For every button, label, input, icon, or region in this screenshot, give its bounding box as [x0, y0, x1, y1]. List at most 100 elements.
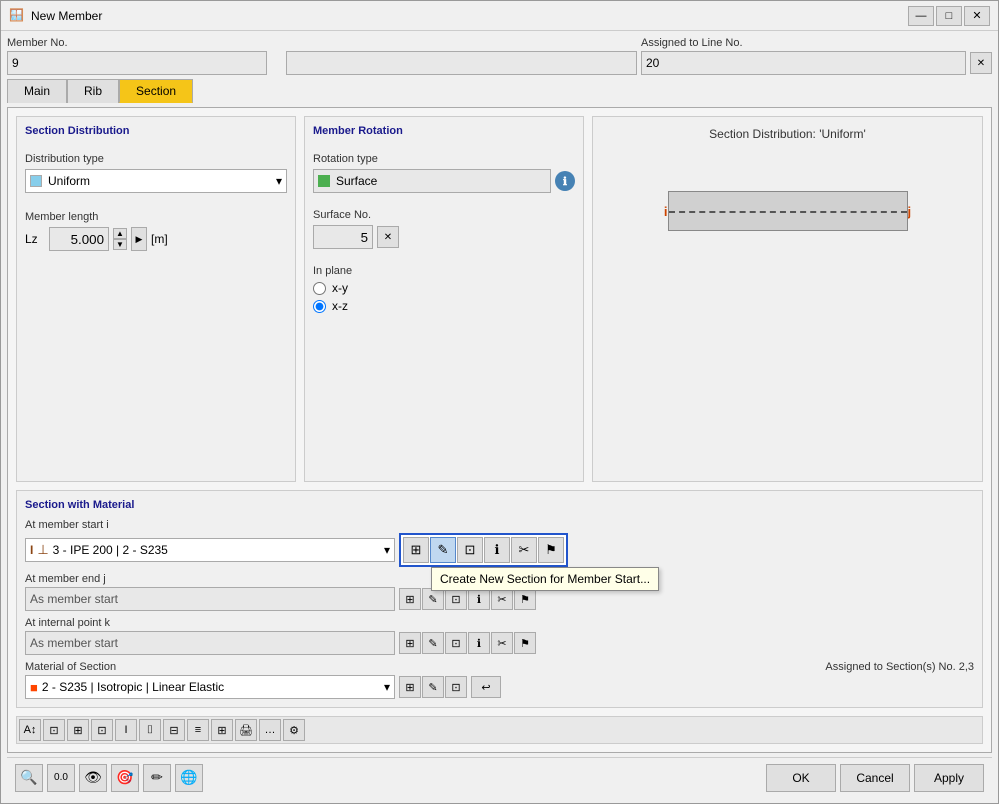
- surface-no-clear-button[interactable]: ✕: [377, 226, 399, 248]
- bottom-zero-btn[interactable]: 0.0: [47, 764, 75, 792]
- middle-input[interactable]: [286, 51, 637, 75]
- bottom-target-btn[interactable]: 🎯: [111, 764, 139, 792]
- rotation-info-button[interactable]: ℹ: [555, 171, 575, 191]
- toolbar-edit-btn[interactable]: ✎: [430, 537, 456, 563]
- extra-btn-9[interactable]: ⊞: [211, 719, 233, 741]
- material-edit-btn[interactable]: ✎: [422, 676, 444, 698]
- bottom-edit-btn[interactable]: ✏: [143, 764, 171, 792]
- at-start-label: At member start i: [25, 519, 974, 531]
- toolbar-info-btn[interactable]: ℹ: [484, 537, 510, 563]
- material-select-display[interactable]: ■ 2 - S235 | Isotropic | Linear Elastic …: [25, 675, 395, 699]
- bottom-globe-btn[interactable]: 🌐: [175, 764, 203, 792]
- member-length-label: Member length: [25, 211, 287, 223]
- internal-copy-btn[interactable]: ⊡: [445, 632, 467, 654]
- spin-down-button[interactable]: ▼: [113, 239, 127, 250]
- surface-no-input[interactable]: [313, 225, 373, 249]
- toolbar-table-btn[interactable]: ⊞: [403, 537, 429, 563]
- section-distribution-panel: Section Distribution Distribution type U…: [16, 116, 296, 482]
- extra-btn-4[interactable]: ⊡: [91, 719, 113, 741]
- extra-btn-1[interactable]: A↕: [19, 719, 41, 741]
- end-flag-btn[interactable]: ⚑: [514, 588, 536, 610]
- distribution-color-box: [30, 175, 42, 187]
- lz-label: Lz: [25, 232, 45, 246]
- end-edit-btn[interactable]: ✎: [422, 588, 444, 610]
- tooltip-create-section: Create New Section for Member Start...: [431, 567, 659, 591]
- at-start-row: At member start i I ⊥ 3 - IPE 200 | 2 - …: [25, 519, 974, 567]
- tab-main[interactable]: Main: [7, 79, 67, 103]
- end-info-btn[interactable]: ℹ: [468, 588, 490, 610]
- material-copy-btn[interactable]: ⊡: [445, 676, 467, 698]
- rotation-type-group: Rotation type Surface ℹ: [313, 153, 575, 193]
- internal-table-btn[interactable]: ⊞: [399, 632, 421, 654]
- member-no-input[interactable]: [7, 51, 267, 75]
- at-start-select-display[interactable]: I ⊥ 3 - IPE 200 | 2 - S235 ▾: [25, 538, 395, 562]
- material-table-btn[interactable]: ⊞: [399, 676, 421, 698]
- assigned-input[interactable]: [641, 51, 966, 75]
- bottom-view-btn[interactable]: 👁: [79, 764, 107, 792]
- beam-label-j: j: [908, 204, 912, 219]
- internal-edit-btn[interactable]: ✎: [422, 632, 444, 654]
- middle-field-group: [286, 37, 637, 75]
- extra-btn-6[interactable]: ⌷: [139, 719, 161, 741]
- distribution-select-display[interactable]: Uniform ▾: [25, 169, 287, 193]
- tab-content-section: Section Distribution Distribution type U…: [7, 107, 992, 753]
- internal-cut-btn[interactable]: ✂: [491, 632, 513, 654]
- radio-xy-input[interactable]: [313, 282, 326, 295]
- end-copy-btn[interactable]: ⊡: [445, 588, 467, 610]
- minimize-button[interactable]: —: [908, 6, 934, 26]
- at-internal-select-display[interactable]: As member start: [25, 631, 395, 655]
- extra-btn-8[interactable]: ≡: [187, 719, 209, 741]
- extra-btn-5[interactable]: I: [115, 719, 137, 741]
- internal-info-btn[interactable]: ℹ: [468, 632, 490, 654]
- extra-btn-2[interactable]: ⊡: [43, 719, 65, 741]
- close-button[interactable]: ✕: [964, 6, 990, 26]
- end-cut-btn[interactable]: ✂: [491, 588, 513, 610]
- ok-button[interactable]: OK: [766, 764, 836, 792]
- distribution-type-value: Uniform: [48, 174, 276, 188]
- material-left: Material of Section Assigned to Section(…: [25, 661, 974, 699]
- length-expand-button[interactable]: ▶: [131, 227, 147, 251]
- material-assign-btn[interactable]: ↩: [471, 676, 501, 698]
- cancel-button[interactable]: Cancel: [840, 764, 910, 792]
- member-length-group: Member length Lz ▲ ▼ ▶ [m]: [25, 211, 287, 251]
- in-plane-label: In plane: [313, 265, 575, 277]
- extra-btn-11[interactable]: …: [259, 719, 281, 741]
- assigned-sections-label: Assigned to Section(s) No. 2,3: [825, 661, 974, 673]
- radio-xz-input[interactable]: [313, 300, 326, 313]
- length-input[interactable]: [49, 227, 109, 251]
- surface-no-row: ✕: [313, 225, 575, 249]
- extra-btn-7[interactable]: ⊟: [163, 719, 185, 741]
- at-end-select-display[interactable]: As member start: [25, 587, 395, 611]
- end-toolbar: ⊞ ✎ ⊡ ℹ ✂ ⚑: [399, 588, 536, 610]
- toolbar-cut-btn[interactable]: ✂: [511, 537, 537, 563]
- internal-toolbar: ⊞ ✎ ⊡ ℹ ✂ ⚑: [399, 632, 536, 654]
- extra-toolbar-row: A↕ ⊡ ⊞ ⊡ I ⌷ ⊟ ≡ ⊞ 🖨 … ⚙: [16, 716, 983, 744]
- length-unit: [m]: [151, 232, 168, 246]
- material-arrow: ▾: [384, 680, 390, 694]
- end-table-btn[interactable]: ⊞: [399, 588, 421, 610]
- extra-btn-12[interactable]: ⚙: [283, 719, 305, 741]
- at-start-value: 3 - IPE 200 | 2 - S235: [53, 543, 384, 557]
- spin-up-button[interactable]: ▲: [113, 228, 127, 239]
- radio-xy[interactable]: x-y: [313, 281, 575, 295]
- internal-flag-btn[interactable]: ⚑: [514, 632, 536, 654]
- material-value: 2 - S235 | Isotropic | Linear Elastic: [42, 680, 384, 694]
- toolbar-flag-btn[interactable]: ⚑: [538, 537, 564, 563]
- rotation-type-row: Surface ℹ: [313, 169, 575, 193]
- tab-rib[interactable]: Rib: [67, 79, 119, 103]
- bottom-bar: 🔍 0.0 👁 🎯 ✏ 🌐 OK Cancel Apply: [7, 757, 992, 797]
- distribution-type-wrapper: Uniform ▾: [25, 169, 287, 193]
- assigned-clear-button[interactable]: ✕: [970, 52, 992, 74]
- radio-xz[interactable]: x-z: [313, 299, 575, 313]
- bottom-search-btn[interactable]: 🔍: [15, 764, 43, 792]
- distribution-dropdown-arrow: ▾: [276, 174, 282, 188]
- maximize-button[interactable]: □: [936, 6, 962, 26]
- apply-button[interactable]: Apply: [914, 764, 984, 792]
- rotation-type-value: Surface: [336, 174, 377, 188]
- toolbar-copy-btn[interactable]: ⊡: [457, 537, 483, 563]
- tab-section[interactable]: Section: [119, 79, 193, 103]
- material-header: Material of Section Assigned to Section(…: [25, 661, 974, 673]
- window-icon: 🪟: [9, 8, 25, 24]
- extra-btn-3[interactable]: ⊞: [67, 719, 89, 741]
- extra-btn-10[interactable]: 🖨: [235, 719, 257, 741]
